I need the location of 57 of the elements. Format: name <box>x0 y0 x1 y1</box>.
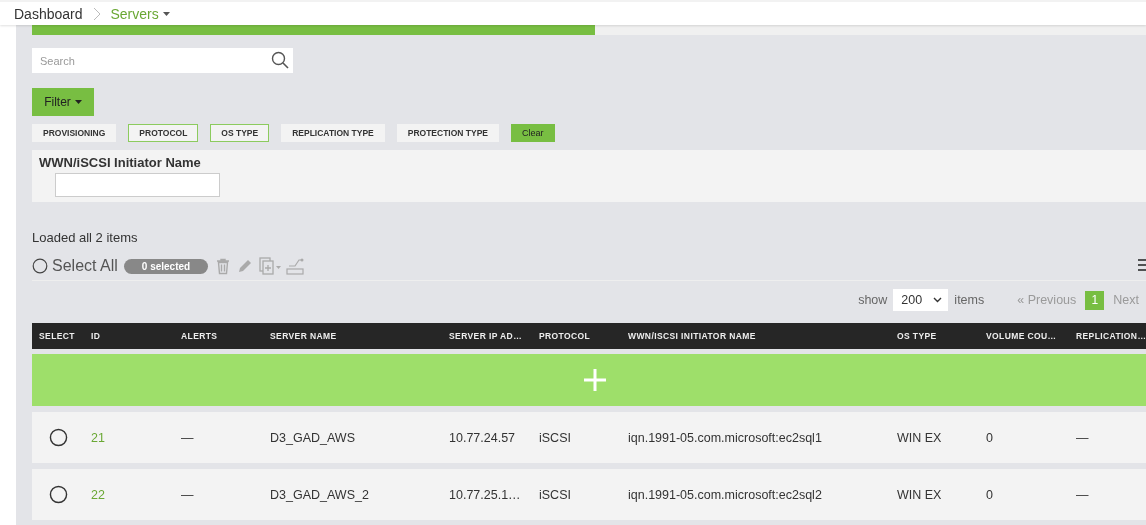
chevron-icon <box>933 297 943 303</box>
column-header[interactable]: OS TYPE <box>897 331 986 341</box>
filter-button[interactable]: Filter <box>32 88 94 116</box>
table-cell-text: 0 <box>986 430 994 445</box>
table-cell-text: WIN EX <box>897 487 943 502</box>
items-label: items <box>954 293 985 307</box>
table-cell-text: — <box>1076 430 1090 445</box>
status-text: Loaded all 2 items <box>32 230 138 245</box>
column-header[interactable]: WWN/ISCSI INITIATOR NAME <box>628 331 897 341</box>
column-header[interactable]: VOLUME COU… <box>986 331 1076 341</box>
table-row[interactable]: 21 — D3_GAD_AWS 10.77.24.57 iSCSI iqn.1991-05.com.microsoft:ec2sql1 WIN EX 0 — <box>32 412 1146 463</box>
filter-chip[interactable]: OS TYPE <box>210 124 270 142</box>
table-row[interactable]: 22 — D3_GAD_AWS_2 10.77.25.1… iSCSI iqn.1991-05.com.microsoft:ec2sql2 WIN EX 0 — <box>32 469 1146 520</box>
table-cell-text: — <box>181 487 195 502</box>
caret-icon <box>162 11 170 16</box>
radio-button[interactable] <box>49 428 68 447</box>
column-header[interactable]: SERVER IP AD… <box>449 331 539 341</box>
filter-chip[interactable]: PROVISIONING <box>32 124 117 142</box>
table-cell-text: D3_GAD_AWS <box>270 430 356 445</box>
filter-chip[interactable]: REPLICATION TYPE <box>281 124 385 142</box>
column-header[interactable]: ALERTS <box>181 331 270 341</box>
table-cell-text: — <box>181 430 195 445</box>
filter-chip[interactable]: PROTOCOL <box>128 124 199 142</box>
network-icon[interactable] <box>286 257 305 275</box>
copy-icon[interactable] <box>258 257 283 275</box>
table-cell-text: WIN EX <box>897 430 943 445</box>
table-cell-text: 10.77.25.1… <box>449 487 522 502</box>
search-icon <box>271 51 289 69</box>
column-header[interactable]: PROTOCOL <box>539 331 628 341</box>
column-header[interactable]: SERVER NAME <box>270 331 449 341</box>
table-cell-text: iSCSI <box>539 430 572 445</box>
table-cell-text: 0 <box>986 487 994 502</box>
caret-icon <box>74 100 82 104</box>
plus-icon <box>582 367 608 393</box>
table-cell-text: 10.77.24.57 <box>449 430 517 445</box>
table-cell-text: iqn.1991-05.com.microsoft:ec2sql2 <box>628 487 823 502</box>
table-cell-text: iqn.1991-05.com.microsoft:ec2sql1 <box>628 430 823 445</box>
table-cell-text: — <box>1076 487 1090 502</box>
input-field[interactable] <box>55 173 220 197</box>
column-header[interactable]: SELECT <box>32 331 91 341</box>
radio-icon <box>32 258 48 274</box>
table-cell-text: iSCSI <box>539 487 572 502</box>
columns-icon[interactable] <box>1138 258 1146 272</box>
show-label: show <box>858 293 888 307</box>
search-field[interactable]: Search <box>32 48 293 73</box>
column-header[interactable]: ID <box>91 331 181 341</box>
radio-button[interactable] <box>49 485 68 504</box>
field-label: WWN/iSCSI Initiator Name <box>39 155 201 170</box>
clear-button[interactable]: Clear <box>511 124 555 142</box>
selected-count: 0 selected <box>123 258 209 274</box>
select-all-radio[interactable]: Select All <box>32 257 118 275</box>
filter-chip[interactable]: PROTECTION TYPE <box>396 124 500 142</box>
breadcrumb-link[interactable]: Dashboard <box>14 5 83 22</box>
page-size-dropdown[interactable]: 200 <box>893 289 949 311</box>
table-cell-text: D3_GAD_AWS_2 <box>270 487 370 502</box>
column-header[interactable]: REPLICATION… <box>1076 331 1146 341</box>
chevron-icon <box>92 6 101 21</box>
